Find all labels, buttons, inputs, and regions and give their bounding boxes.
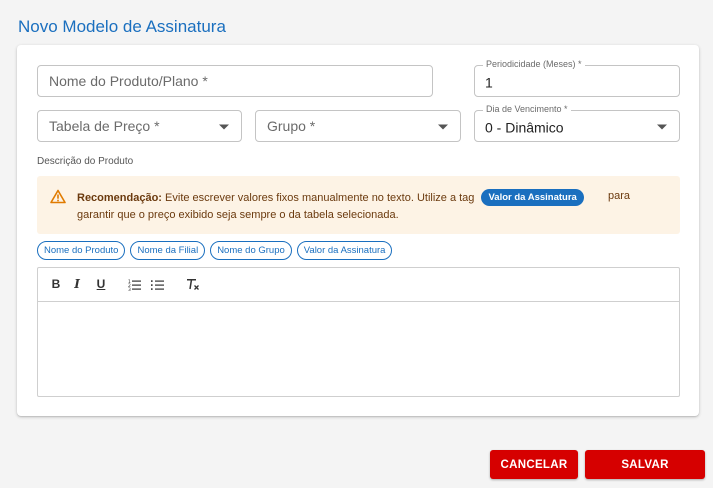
due-day-label: Dia de Vencimento * (483, 104, 571, 114)
ordered-list-icon[interactable]: 1 2 3 (128, 278, 142, 296)
underline-button[interactable]: U (93, 277, 109, 291)
chip-group-name[interactable]: Nome do Grupo (210, 241, 292, 260)
chevron-down-icon (438, 124, 448, 130)
editor-toolbar: B I U 1 2 3 (38, 268, 679, 302)
chevron-down-icon (219, 124, 229, 130)
due-day-select[interactable]: Dia de Vencimento * 0 - Dinâmico (474, 104, 680, 142)
periodicity-field[interactable]: Periodicidade (Meses) * 1 (474, 59, 680, 97)
recommendation-alert: Recomendação: Evite escrever valores fix… (37, 176, 680, 234)
group-placeholder: Grupo * (267, 118, 316, 134)
page-title: Novo Modelo de Assinatura (18, 17, 226, 36)
description-label: Descrição do Produto (37, 156, 134, 167)
editor-content[interactable] (38, 302, 679, 396)
chip-product-name[interactable]: Nome do Produto (37, 241, 126, 260)
bullet-list-icon[interactable] (151, 278, 165, 296)
save-button[interactable]: SALVAR (585, 450, 705, 479)
chip-subscription-value[interactable]: Valor da Assinatura (296, 241, 393, 260)
group-select[interactable]: Grupo * (255, 110, 461, 142)
price-table-placeholder: Tabela de Preço * (49, 118, 160, 134)
product-name-placeholder: Nome do Produto/Plano * (49, 73, 208, 89)
due-day-value: 0 - Dinâmico (485, 119, 564, 136)
alert-bold: Recomendação: (77, 192, 162, 204)
periodicity-value: 1 (485, 74, 493, 91)
product-name-field[interactable]: Nome do Produto/Plano * (37, 65, 433, 97)
periodicity-label: Periodicidade (Meses) * (483, 59, 585, 69)
form-card: Nome do Produto/Plano * Periodicidade (M… (17, 45, 699, 416)
alert-tag-pill: Valor da Assinatura (481, 189, 584, 206)
bold-button[interactable]: B (48, 277, 64, 291)
rich-text-editor: B I U 1 2 3 (37, 267, 680, 397)
alert-text-tail: para (608, 190, 631, 202)
chip-branch-name[interactable]: Nome da Filial (130, 241, 206, 260)
cancel-button[interactable]: CANCELAR (490, 450, 578, 479)
italic-button[interactable]: I (69, 277, 85, 291)
alert-text-1: Evite escrever valores fixos manualmente… (165, 192, 475, 204)
chevron-down-icon (657, 124, 667, 130)
tag-chips: Nome do Produto Nome da Filial Nome do G… (37, 241, 393, 260)
alert-line-1: Recomendação: Evite escrever valores fix… (77, 189, 588, 207)
alert-text-2: garantir que o preço exibido seja sempre… (77, 209, 399, 221)
price-table-select[interactable]: Tabela de Preço * (37, 110, 242, 142)
svg-text:3: 3 (128, 287, 131, 291)
warning-icon (50, 189, 66, 209)
clear-formatting-icon[interactable] (186, 278, 200, 296)
